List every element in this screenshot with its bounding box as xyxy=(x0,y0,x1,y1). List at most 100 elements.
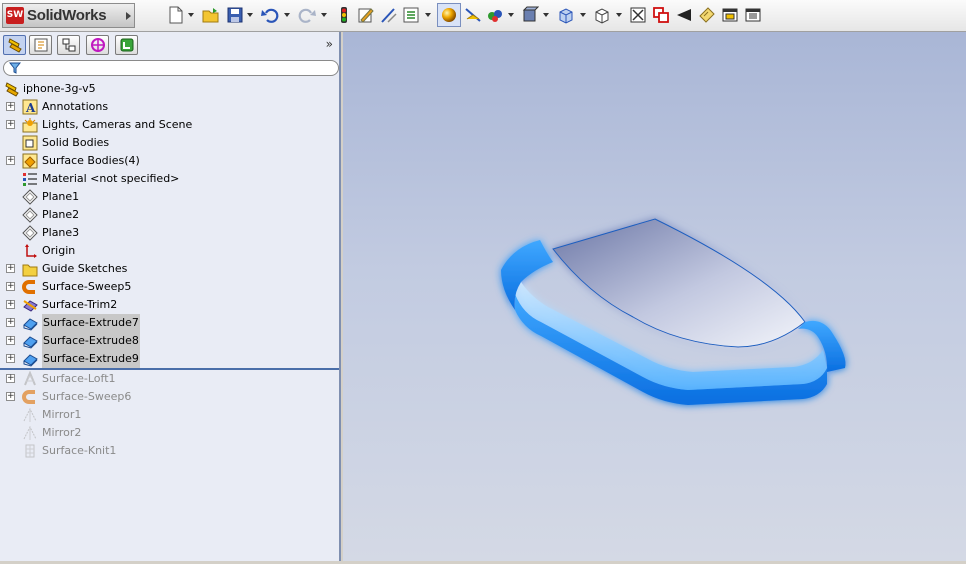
properties-icon[interactable] xyxy=(402,6,420,24)
solidworks-logo-text: SolidWorks xyxy=(27,7,107,24)
redo-dropdown-icon[interactable] xyxy=(321,13,327,17)
tree-item[interactable]: Origin xyxy=(0,242,339,260)
display-manager-tab[interactable] xyxy=(115,35,138,55)
tree-item-label: Lights, Cameras and Scene xyxy=(42,118,193,131)
tree-item[interactable]: + Guide Sketches xyxy=(0,260,339,278)
tree-item[interactable]: Solid Bodies xyxy=(0,134,339,152)
zoom-to-fit-icon[interactable] xyxy=(629,6,647,24)
display-style-dropdown-icon[interactable] xyxy=(543,13,549,17)
display-style-icon[interactable] xyxy=(521,6,539,24)
scene-icon[interactable] xyxy=(486,6,504,24)
plane-icon xyxy=(22,225,38,241)
expand-toggle-icon[interactable]: + xyxy=(6,300,15,309)
tree-item[interactable]: + Surface-Extrude7 xyxy=(0,314,339,332)
expand-toggle-icon[interactable]: + xyxy=(6,282,15,291)
folder-icon xyxy=(22,264,38,277)
save-dropdown-icon[interactable] xyxy=(247,13,253,17)
filter-icon xyxy=(9,62,21,74)
tree-item[interactable]: Plane3 xyxy=(0,224,339,242)
smart-dimension-icon[interactable] xyxy=(380,6,398,24)
new-document-icon[interactable] xyxy=(167,6,185,24)
panel-expand-chevron[interactable]: » xyxy=(326,37,333,51)
tree-item-label: Plane3 xyxy=(42,226,80,239)
tree-item[interactable]: Mirror1 xyxy=(0,406,339,424)
hide-show-icon[interactable] xyxy=(593,6,611,24)
tree-item[interactable]: + A Annotations xyxy=(0,98,339,116)
rollback-bar[interactable] xyxy=(0,368,339,370)
flyout-arrow-icon xyxy=(126,12,131,20)
tree-item[interactable]: iphone-3g-v5 xyxy=(0,80,339,98)
lights-icon xyxy=(22,118,38,133)
tree-item[interactable]: Plane1 xyxy=(0,188,339,206)
knit-icon xyxy=(25,444,35,458)
expand-toggle-icon[interactable]: + xyxy=(6,354,15,363)
open-folder-icon[interactable] xyxy=(202,6,220,24)
tree-item[interactable]: + Surface-Extrude9 xyxy=(0,350,339,368)
tree-item-label: Plane2 xyxy=(42,208,80,221)
plane-icon xyxy=(22,207,38,223)
configurationmanager-tab[interactable] xyxy=(57,35,80,55)
tree-filter-input[interactable] xyxy=(3,60,339,76)
expand-toggle-icon[interactable]: + xyxy=(6,120,15,129)
view-orientation-dropdown-icon[interactable] xyxy=(580,13,586,17)
properties-dropdown-icon[interactable] xyxy=(425,13,431,17)
tree-item-label: Guide Sketches xyxy=(42,262,128,275)
surface-bodies-icon xyxy=(22,153,38,169)
dimxpert-tab[interactable] xyxy=(86,35,109,55)
section-view-icon[interactable] xyxy=(464,6,482,24)
previous-view-icon[interactable] xyxy=(675,6,693,24)
edit-sketch-icon[interactable] xyxy=(357,6,375,24)
options-icon[interactable] xyxy=(721,6,739,24)
appearance-icon xyxy=(442,8,456,22)
material-icon xyxy=(23,173,37,186)
mirror-icon xyxy=(23,425,37,440)
tree-item-label: Surface-Knit1 xyxy=(42,444,117,457)
mirror-icon xyxy=(23,407,37,422)
expand-toggle-icon[interactable]: + xyxy=(6,392,15,401)
zoom-area-icon[interactable] xyxy=(652,6,670,24)
phone-surface-model[interactable] xyxy=(343,32,966,561)
view-orientation-icon[interactable] xyxy=(557,6,575,24)
main-toolbar: SW SolidWorks xyxy=(0,0,966,32)
rebuild-icon[interactable] xyxy=(335,6,353,24)
new-dropdown-icon[interactable] xyxy=(188,13,194,17)
tree-item[interactable]: Material <not specified> xyxy=(0,170,339,188)
appearance-button[interactable] xyxy=(437,3,461,27)
save-icon[interactable] xyxy=(226,6,244,24)
scene-dropdown-icon[interactable] xyxy=(508,13,514,17)
origin-icon xyxy=(25,244,37,258)
featuremanager-panel: » iphone-3g-v5 + A Annotations + Lights, Came… xyxy=(0,32,341,561)
tree-item[interactable]: + Surface-Sweep5 xyxy=(0,278,339,296)
expand-toggle-icon[interactable]: + xyxy=(6,156,15,165)
tree-item[interactable]: + Surface-Sweep6 xyxy=(0,388,339,406)
expand-toggle-icon[interactable]: + xyxy=(6,336,15,345)
expand-toggle-icon[interactable]: + xyxy=(6,264,15,273)
expand-toggle-icon[interactable]: + xyxy=(6,374,15,383)
note-icon[interactable] xyxy=(698,6,716,24)
expand-toggle-icon[interactable]: + xyxy=(6,102,15,111)
tree-item-label: Annotations xyxy=(42,100,109,113)
tree-item-label: Surface-Extrude7 xyxy=(42,314,140,332)
tree-item[interactable]: Surface-Knit1 xyxy=(0,442,339,460)
extrude-icon xyxy=(23,318,38,331)
propertymanager-tab[interactable] xyxy=(29,35,52,55)
tree-item[interactable]: Mirror2 xyxy=(0,424,339,442)
tree-item[interactable]: + Surface-Loft1 xyxy=(0,370,339,388)
tree-item[interactable]: + Surface Bodies(4) xyxy=(0,152,339,170)
featuremanager-tab[interactable] xyxy=(3,35,26,55)
undo-icon[interactable] xyxy=(261,6,279,24)
redo-icon[interactable] xyxy=(298,6,316,24)
tree-item[interactable]: Plane2 xyxy=(0,206,339,224)
solidworks-menu-button[interactable]: SW SolidWorks xyxy=(2,3,135,28)
tree-item[interactable]: + Surface-Trim2 xyxy=(0,296,339,314)
undo-dropdown-icon[interactable] xyxy=(284,13,290,17)
tree-item[interactable]: + Lights, Cameras and Scene xyxy=(0,116,339,134)
tree-item-label: Solid Bodies xyxy=(42,136,110,149)
annotations-icon: A xyxy=(22,99,38,115)
expand-toggle-icon[interactable]: + xyxy=(6,318,15,327)
target-icon xyxy=(91,38,105,52)
graphics-viewport[interactable] xyxy=(343,32,966,561)
tree-item[interactable]: + Surface-Extrude8 xyxy=(0,332,339,350)
hide-show-dropdown-icon[interactable] xyxy=(616,13,622,17)
customize-icon[interactable] xyxy=(744,6,762,24)
